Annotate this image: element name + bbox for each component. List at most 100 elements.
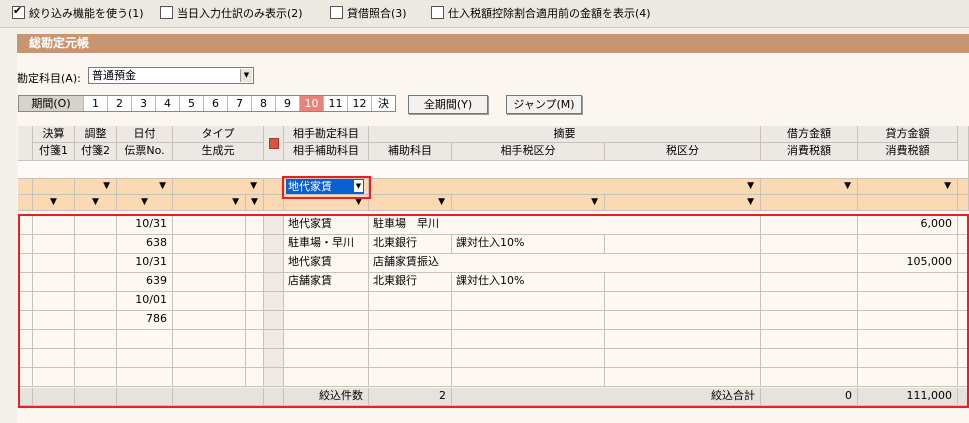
memo-cell[interactable]: 駐車場 早川: [369, 216, 761, 235]
ledger-cell[interactable]: [605, 311, 761, 330]
ledger-cell[interactable]: [75, 368, 117, 387]
ledger-cell[interactable]: [605, 349, 761, 368]
voucher-cell[interactable]: 786: [117, 311, 173, 330]
filter-dropdown[interactable]: ▼: [284, 195, 369, 211]
ledger-cell[interactable]: [284, 368, 369, 387]
ledger-cell[interactable]: [33, 273, 75, 292]
ledger-cell[interactable]: [246, 235, 264, 254]
filter-dropdown[interactable]: ▼: [369, 195, 452, 211]
ledger-cell[interactable]: [958, 349, 969, 368]
ledger-cell[interactable]: [958, 330, 969, 349]
ledger-cell[interactable]: [75, 349, 117, 368]
ledger-cell[interactable]: [369, 349, 452, 368]
ledger-cell[interactable]: [173, 368, 246, 387]
ledger-cell[interactable]: [246, 254, 264, 273]
ledger-cell[interactable]: [18, 216, 33, 235]
account-select[interactable]: 普通預金 ▼: [88, 67, 254, 84]
ledger-cell[interactable]: [452, 368, 605, 387]
ledger-cell[interactable]: [246, 292, 264, 311]
option-today-checkbox[interactable]: 当日入力仕訳のみ表示(2): [160, 6, 303, 20]
date-cell[interactable]: 10/31: [117, 216, 173, 235]
month-6[interactable]: 6: [204, 96, 228, 111]
ledger-cell[interactable]: [264, 368, 284, 387]
ledger-cell[interactable]: [264, 273, 284, 292]
ledger-cell[interactable]: [958, 311, 969, 330]
month-2[interactable]: 2: [108, 96, 132, 111]
ledger-cell[interactable]: [761, 254, 858, 273]
ledger-cell[interactable]: [173, 273, 246, 292]
ledger-cell[interactable]: [75, 254, 117, 273]
ledger-cell[interactable]: [761, 216, 858, 235]
filter-dropdown[interactable]: ▼: [858, 179, 958, 195]
ledger-cell[interactable]: [369, 368, 452, 387]
counter-account-cell[interactable]: 地代家賃: [284, 254, 369, 273]
ledger-cell[interactable]: [284, 292, 369, 311]
ledger-cell[interactable]: [284, 330, 369, 349]
ledger-cell[interactable]: [858, 311, 958, 330]
ledger-cell[interactable]: [246, 273, 264, 292]
ledger-cell[interactable]: [858, 368, 958, 387]
filter-dropdown[interactable]: ▼: [369, 179, 761, 195]
filter-dropdown[interactable]: ▼: [33, 195, 75, 211]
ledger-cell[interactable]: [18, 349, 33, 368]
date-cell[interactable]: 10/01: [117, 292, 173, 311]
filter-dropdown[interactable]: ▼: [117, 195, 173, 211]
ledger-cell[interactable]: [75, 292, 117, 311]
ledger-cell[interactable]: [18, 273, 33, 292]
month-9[interactable]: 9: [276, 96, 300, 111]
ledger-cell[interactable]: [173, 349, 246, 368]
filter-dropdown[interactable]: ▼: [117, 179, 173, 195]
ledger-cell[interactable]: [761, 330, 858, 349]
option-filter-checkbox[interactable]: 絞り込み機能を使う(1): [12, 4, 144, 20]
filter-dropdown[interactable]: ▼: [246, 195, 264, 211]
ledger-cell[interactable]: [761, 292, 858, 311]
ledger-cell[interactable]: [173, 254, 246, 273]
ledger-cell[interactable]: [18, 311, 33, 330]
ledger-cell[interactable]: [33, 216, 75, 235]
option-balance-checkbox[interactable]: 貸借照合(3): [330, 6, 407, 20]
ledger-cell[interactable]: [18, 292, 33, 311]
ledger-cell[interactable]: [33, 311, 75, 330]
ledger-cell[interactable]: [452, 311, 605, 330]
ledger-cell[interactable]: [369, 330, 452, 349]
filter-dropdown[interactable]: ▼: [452, 195, 605, 211]
ledger-cell[interactable]: [75, 330, 117, 349]
filter-account-select[interactable]: 地代家賃 ▼: [286, 179, 364, 194]
ledger-cell[interactable]: [75, 273, 117, 292]
credit-amount-cell[interactable]: 105,000: [858, 254, 958, 273]
ledger-cell[interactable]: [958, 235, 969, 254]
voucher-cell[interactable]: 638: [117, 235, 173, 254]
ledger-cell[interactable]: [117, 349, 173, 368]
counter-tax-cell[interactable]: 課対仕入10%: [452, 235, 605, 254]
month-12[interactable]: 12: [348, 96, 372, 111]
memo-icon[interactable]: [264, 126, 284, 161]
counter-tax-cell[interactable]: 課対仕入10%: [452, 273, 605, 292]
filter-dropdown[interactable]: ▼: [75, 179, 117, 195]
ledger-cell[interactable]: [858, 349, 958, 368]
ledger-cell[interactable]: [246, 311, 264, 330]
counter-account-cell[interactable]: 地代家賃: [284, 216, 369, 235]
ledger-cell[interactable]: [173, 311, 246, 330]
ledger-cell[interactable]: [246, 349, 264, 368]
ledger-cell[interactable]: [761, 235, 858, 254]
ledger-cell[interactable]: [605, 330, 761, 349]
month-4[interactable]: 4: [156, 96, 180, 111]
ledger-cell[interactable]: [33, 235, 75, 254]
filter-cell[interactable]: [858, 195, 958, 211]
ledger-cell[interactable]: [452, 330, 605, 349]
ledger-cell[interactable]: [33, 292, 75, 311]
date-cell[interactable]: 10/31: [117, 254, 173, 273]
month-closing[interactable]: 決: [372, 96, 395, 111]
ledger-cell[interactable]: [605, 292, 761, 311]
ledger-cell[interactable]: [284, 349, 369, 368]
counter-sub-account-cell[interactable]: 店舗家賃: [284, 273, 369, 292]
ledger-cell[interactable]: [246, 368, 264, 387]
ledger-cell[interactable]: [605, 273, 761, 292]
ledger-cell[interactable]: [33, 330, 75, 349]
ledger-cell[interactable]: [264, 311, 284, 330]
month-11[interactable]: 11: [324, 96, 348, 111]
ledger-cell[interactable]: [858, 292, 958, 311]
ledger-cell[interactable]: [18, 254, 33, 273]
ledger-cell[interactable]: [246, 216, 264, 235]
ledger-cell[interactable]: [264, 330, 284, 349]
